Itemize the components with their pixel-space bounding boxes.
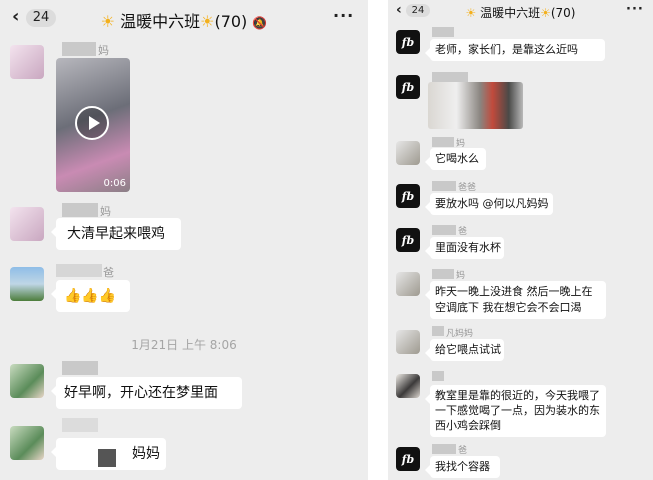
blurred-name <box>432 27 454 37</box>
sun-icon: ☀ <box>465 6 477 20</box>
play-icon[interactable] <box>75 106 109 140</box>
message-bubble[interactable]: 昨天一晚上没进食 然后一晚上在空调底下 我在想它会不会口渴 <box>425 281 606 319</box>
member-count: (70) <box>214 12 248 31</box>
message-bubble[interactable]: 好早啊，开心还在梦里面 <box>51 377 242 409</box>
blurred-name <box>432 371 444 381</box>
blurred-name <box>62 418 98 432</box>
sun-icon: ☀ <box>540 6 551 20</box>
sender-name: 爸爸 <box>458 183 477 193</box>
sender-name: 妈 <box>456 271 466 281</box>
brand-logo-avatar[interactable]: fb <box>396 184 420 208</box>
chat-title: ☀ 温暖中六班☀(70) <box>388 4 653 21</box>
more-icon[interactable]: ··· <box>626 2 644 17</box>
message-bubble[interactable]: 教室里是靠的很近的，今天我喂了一下感觉喝了一点，因为装水的东西小鸡会踩倒 <box>425 385 606 437</box>
avatar[interactable] <box>396 374 420 398</box>
blurred-name <box>98 449 116 467</box>
blurred-name <box>432 137 454 147</box>
message-bubble[interactable]: 大清早起来喂鸡 <box>51 218 181 250</box>
blurred-name <box>432 444 456 454</box>
sun-icon: ☀ <box>100 12 115 31</box>
blurred-name <box>62 361 98 375</box>
message-bubble[interactable]: 👍👍👍 <box>51 280 130 312</box>
chat-panel-right: ‹ 24 ☀ 温暖中六班☀(70) ··· fb 老师，家长们，是靠这么近吗 f… <box>388 0 653 480</box>
group-name: 温暖中六班 <box>480 6 541 20</box>
blurred-name <box>432 225 456 235</box>
more-icon[interactable]: ··· <box>333 6 354 25</box>
video-message[interactable]: 0:06 <box>56 58 130 192</box>
timestamp: 1月21日 上午 8:06 <box>131 338 237 352</box>
sender-name: 爸 <box>458 446 468 456</box>
sender-name: 爸 <box>103 266 114 279</box>
avatar[interactable] <box>10 45 44 79</box>
avatar[interactable] <box>10 267 44 301</box>
sender-name: 凡妈妈 <box>446 329 474 339</box>
blurred-name <box>432 72 468 82</box>
message-bubble[interactable]: 我找个容器 <box>425 456 500 478</box>
blurred-name <box>62 42 96 56</box>
message-bubble[interactable]: 老师，家长们，是靠这么近吗 <box>425 39 605 61</box>
avatar[interactable] <box>10 207 44 241</box>
group-name: 温暖中六班 <box>120 12 201 31</box>
message-bubble[interactable]: 里面没有水杯 <box>425 237 504 259</box>
avatar[interactable] <box>396 330 420 354</box>
mute-bell-icon: 🔕 <box>252 16 268 30</box>
brand-logo-avatar[interactable]: fb <box>396 30 420 54</box>
blurred-name <box>432 269 454 279</box>
blurred-name <box>56 264 102 277</box>
member-count: (70) <box>550 6 576 20</box>
message-bubble[interactable]: 它喝水么 <box>425 148 486 170</box>
sun-icon: ☀ <box>200 12 215 31</box>
avatar[interactable] <box>10 426 44 460</box>
video-duration: 0:06 <box>103 178 126 189</box>
sender-name: 妈 <box>100 205 111 218</box>
blurred-name <box>432 181 456 191</box>
message-bubble[interactable]: 要放水吗 @何以凡妈妈 <box>425 193 553 215</box>
chat-header: ‹ 24 ☀ 温暖中六班☀(70) 🔕 ··· <box>0 0 368 36</box>
chat-panel-left: ‹ 24 ☀ 温暖中六班☀(70) 🔕 ··· 妈 0:06 妈 大清早起来喂鸡… <box>0 0 368 480</box>
sender-name: 爸 <box>458 227 468 237</box>
brand-logo-avatar[interactable]: fb <box>396 447 420 471</box>
brand-logo-avatar[interactable]: fb <box>396 75 420 99</box>
avatar[interactable] <box>396 272 420 296</box>
chat-title: ☀ 温暖中六班☀(70) 🔕 <box>0 8 368 32</box>
sender-name: 妈 <box>98 44 109 57</box>
avatar[interactable] <box>396 141 420 165</box>
brand-logo-avatar[interactable]: fb <box>396 228 420 252</box>
avatar[interactable] <box>10 364 44 398</box>
message-bubble[interactable]: 给它喂点试试 <box>425 339 504 361</box>
blurred-name <box>432 326 444 336</box>
image-message[interactable] <box>428 82 523 129</box>
chat-header: ‹ 24 ☀ 温暖中六班☀(70) ··· <box>388 0 653 24</box>
blurred-name <box>62 203 98 217</box>
